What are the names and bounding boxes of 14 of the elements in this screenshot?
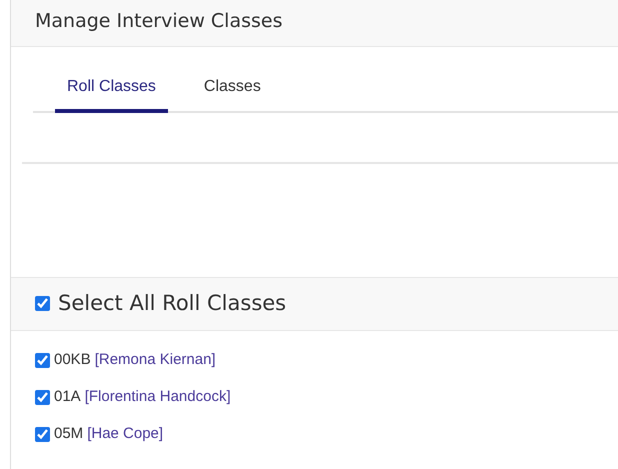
tab[interactable]: Roll Classes bbox=[55, 74, 168, 113]
checkbox[interactable] bbox=[35, 390, 50, 405]
tab[interactable]: Classes bbox=[192, 74, 273, 113]
teacher-name: [Florentina Handcock] bbox=[84, 388, 231, 406]
checkbox[interactable] bbox=[35, 352, 50, 368]
page-title: Manage Interview Classes bbox=[34, 9, 284, 34]
class-code: 00KB bbox=[54, 351, 91, 370]
teacher-name: [Hae Cope] bbox=[87, 425, 164, 444]
checkbox[interactable] bbox=[35, 296, 50, 312]
teacher-name: [Remona Kiernan] bbox=[94, 351, 216, 370]
class-code: 01A bbox=[54, 388, 81, 406]
checkbox[interactable] bbox=[35, 426, 50, 442]
class-code: 05M bbox=[54, 425, 84, 444]
select-all-label: Select All Roll Classes bbox=[58, 290, 286, 317]
